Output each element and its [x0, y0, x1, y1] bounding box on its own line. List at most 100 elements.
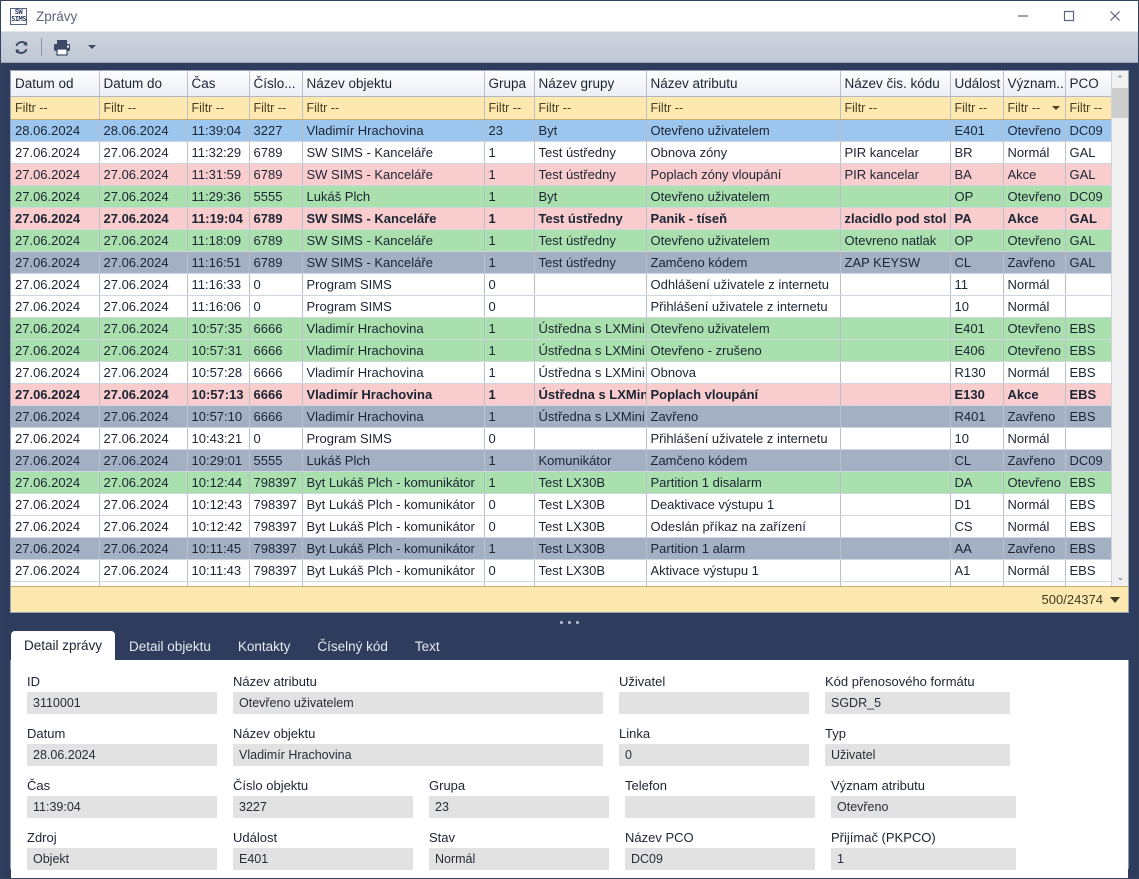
table-cell[interactable]: DC09: [1065, 119, 1111, 141]
table-cell[interactable]: 11:19:04: [187, 207, 249, 229]
table-cell[interactable]: Otevřeno: [1003, 471, 1065, 493]
column-filter-input[interactable]: Filtr --: [99, 96, 187, 119]
table-cell[interactable]: 27.06.2024: [11, 141, 99, 163]
table-cell[interactable]: Vladimír Hrachovina: [302, 383, 484, 405]
field-typ-value[interactable]: Uživatel: [825, 744, 1010, 766]
table-cell[interactable]: 6789: [249, 163, 302, 185]
table-cell[interactable]: 0: [249, 427, 302, 449]
table-cell[interactable]: 11:31:59: [187, 163, 249, 185]
table-cell[interactable]: Normál: [1003, 361, 1065, 383]
table-cell[interactable]: 1: [484, 229, 534, 251]
table-cell[interactable]: Zavřeno: [1003, 251, 1065, 273]
grid-vertical-scrollbar[interactable]: ⌃ ⌄: [1111, 71, 1128, 586]
column-header[interactable]: Název čis. kódu: [840, 71, 950, 96]
table-cell[interactable]: 0: [484, 273, 534, 295]
table-cell[interactable]: 1: [484, 361, 534, 383]
field-cislo-objektu-value[interactable]: 3227: [233, 796, 413, 818]
table-cell[interactable]: Byt Lukáš Plch - komunikátor: [302, 515, 484, 537]
table-cell[interactable]: Otevřeno uživatelem: [646, 317, 840, 339]
table-cell[interactable]: Zavřeno: [1003, 449, 1065, 471]
table-cell[interactable]: EBS: [1065, 537, 1111, 559]
table-cell[interactable]: Byt: [534, 119, 646, 141]
column-header[interactable]: Název objektu: [302, 71, 484, 96]
table-cell[interactable]: D1: [950, 493, 1003, 515]
table-cell[interactable]: [840, 405, 950, 427]
table-cell[interactable]: 5555: [249, 185, 302, 207]
table-cell[interactable]: 27.06.2024: [11, 229, 99, 251]
table-cell[interactable]: Normál: [1003, 559, 1065, 581]
table-cell[interactable]: Poplach vloupání: [646, 383, 840, 405]
table-row[interactable]: 27.06.202427.06.202410:43:210Program SIM…: [11, 427, 1111, 449]
table-cell[interactable]: R401: [950, 405, 1003, 427]
table-cell[interactable]: [534, 427, 646, 449]
table-cell[interactable]: [840, 119, 950, 141]
field-cas-value[interactable]: 11:39:04: [27, 796, 217, 818]
table-cell[interactable]: 23: [484, 119, 534, 141]
table-row[interactable]: 27.06.202427.06.202410:57:356666Vladimír…: [11, 317, 1111, 339]
tab-detail-zpr-vy[interactable]: Detail zprávy: [11, 631, 115, 660]
table-cell[interactable]: 27.06.2024: [11, 559, 99, 581]
table-cell[interactable]: Program SIMS: [302, 295, 484, 317]
table-cell[interactable]: Lukáš Plch: [302, 185, 484, 207]
table-cell[interactable]: 798397: [249, 471, 302, 493]
table-cell[interactable]: R130: [950, 361, 1003, 383]
table-cell[interactable]: Normál: [1003, 493, 1065, 515]
table-cell[interactable]: Test ústředny: [534, 141, 646, 163]
table-cell[interactable]: [1065, 427, 1111, 449]
table-cell[interactable]: GAL: [1065, 207, 1111, 229]
status-chevron-down-icon[interactable]: [1110, 597, 1120, 603]
table-cell[interactable]: 27.06.2024: [11, 405, 99, 427]
close-button[interactable]: [1092, 1, 1138, 32]
table-cell[interactable]: 1: [484, 449, 534, 471]
column-filter-input[interactable]: Filtr --: [1003, 96, 1065, 119]
table-cell[interactable]: Poplach zóny vloupání: [646, 163, 840, 185]
field-datum-value[interactable]: 28.06.2024: [27, 744, 217, 766]
table-cell[interactable]: [840, 383, 950, 405]
table-cell[interactable]: 1: [484, 537, 534, 559]
table-cell[interactable]: 1: [484, 141, 534, 163]
table-cell[interactable]: 11:18:09: [187, 229, 249, 251]
table-cell[interactable]: SW SIMS - Kanceláře: [302, 207, 484, 229]
table-cell[interactable]: 27.06.2024: [99, 207, 187, 229]
table-cell[interactable]: 0: [484, 493, 534, 515]
table-cell[interactable]: 27.06.2024: [99, 295, 187, 317]
table-cell[interactable]: Normál: [1003, 273, 1065, 295]
table-cell[interactable]: Byt Lukáš Plch - komunikátor: [302, 537, 484, 559]
field-nazev-objektu-value[interactable]: Vladimír Hrachovina: [233, 744, 603, 766]
table-cell[interactable]: 1: [484, 207, 534, 229]
table-cell[interactable]: 28.06.2024: [11, 119, 99, 141]
table-cell[interactable]: Zamčeno kódem: [646, 251, 840, 273]
tab-text[interactable]: Text: [402, 633, 453, 660]
table-cell[interactable]: 1: [484, 163, 534, 185]
table-cell[interactable]: Otevřeno: [1003, 339, 1065, 361]
table-cell[interactable]: 1: [484, 471, 534, 493]
table-cell[interactable]: 27.06.2024: [99, 383, 187, 405]
table-cell[interactable]: Ústředna s LXMini: [534, 317, 646, 339]
table-cell[interactable]: Otevřeno uživatelem: [646, 229, 840, 251]
table-cell[interactable]: Přihlášení uživatele z internetu: [646, 295, 840, 317]
maximize-button[interactable]: [1046, 1, 1092, 32]
table-cell[interactable]: 6666: [249, 383, 302, 405]
table-cell[interactable]: 27.06.2024: [11, 339, 99, 361]
table-cell[interactable]: Zamčeno kódem: [646, 449, 840, 471]
table-cell[interactable]: Komunikátor: [534, 449, 646, 471]
table-cell[interactable]: 10: [950, 295, 1003, 317]
table-cell[interactable]: Vladimír Hrachovina: [302, 119, 484, 141]
table-cell[interactable]: 10:57:10: [187, 405, 249, 427]
table-cell[interactable]: Panik - tíseň: [646, 207, 840, 229]
column-header[interactable]: Význam...: [1003, 71, 1065, 96]
table-cell[interactable]: 10:57:35: [187, 317, 249, 339]
table-cell[interactable]: 27.06.2024: [99, 229, 187, 251]
table-cell[interactable]: Otevřeno - zrušeno: [646, 339, 840, 361]
table-cell[interactable]: Normál: [1003, 295, 1065, 317]
table-row[interactable]: 27.06.202427.06.202410:57:316666Vladimír…: [11, 339, 1111, 361]
column-filter-input[interactable]: Filtr --: [302, 96, 484, 119]
table-cell[interactable]: 27.06.2024: [11, 515, 99, 537]
table-cell[interactable]: Ústředna s LXMini: [534, 361, 646, 383]
table-cell[interactable]: BA: [950, 163, 1003, 185]
table-cell[interactable]: EBS: [1065, 339, 1111, 361]
table-cell[interactable]: 11:39:04: [187, 119, 249, 141]
table-cell[interactable]: 1: [484, 185, 534, 207]
table-cell[interactable]: DA: [950, 471, 1003, 493]
table-cell[interactable]: E401: [950, 119, 1003, 141]
